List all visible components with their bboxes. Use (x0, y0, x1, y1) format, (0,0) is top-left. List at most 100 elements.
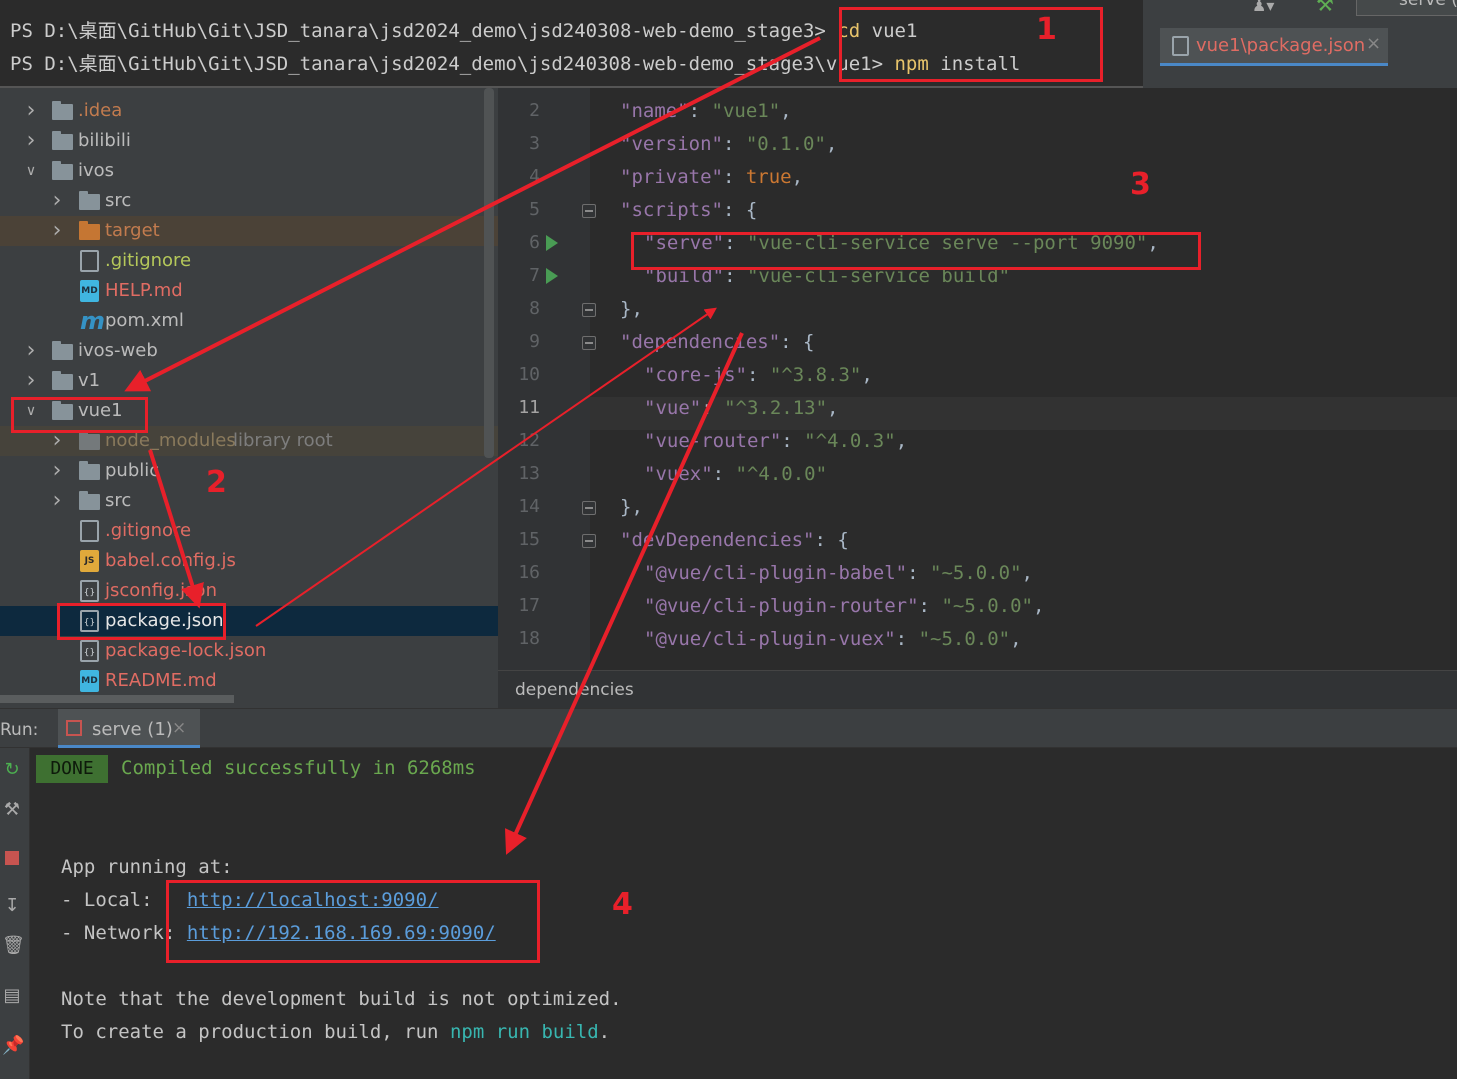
tree-item-label: .idea (78, 100, 123, 121)
line-number: 7 (529, 265, 540, 286)
terminal-prompt: PS D:\桌面\GitHub\Git\JSD_tanara\jsd2024_d… (10, 20, 838, 42)
close-icon[interactable]: × (1366, 33, 1381, 54)
tree-item[interactable]: › bilibili (0, 126, 498, 156)
tree-item[interactable]: MD README.md (0, 666, 498, 696)
folder-icon (79, 431, 100, 450)
line-number: 15 (518, 529, 540, 550)
tree-item-label: HELP.md (105, 280, 183, 301)
line-number: 6 (529, 232, 540, 253)
npm-run-icon (66, 720, 82, 736)
tree-item[interactable]: {} package-lock.json (0, 636, 498, 666)
file-icon (80, 250, 99, 272)
line-number: 13 (518, 463, 540, 484)
run-script-icon[interactable] (546, 235, 558, 251)
tree-item[interactable]: ∨ ivos (0, 156, 498, 186)
folder-icon (79, 191, 100, 210)
tree-item[interactable]: .gitignore (0, 246, 498, 276)
chevron-right-icon[interactable]: › (50, 220, 64, 242)
build-hammer-icon[interactable]: ⚒ (1316, 0, 1334, 16)
folder-icon (52, 101, 73, 120)
tree-item[interactable]: › src (0, 486, 498, 516)
tree-item[interactable]: JS babel.config.js (0, 546, 498, 576)
wrench-icon[interactable]: ⚒ (2, 800, 22, 820)
chevron-right-icon[interactable]: › (50, 190, 64, 212)
library-root-suffix: library root (233, 430, 333, 451)
tab-serve[interactable]: serve (1) × (58, 709, 200, 748)
tree-item[interactable]: .gitignore (0, 516, 498, 546)
pin-icon[interactable]: 📌 (2, 1036, 24, 1056)
folder-icon (79, 491, 100, 510)
tree-item[interactable]: › target (0, 216, 498, 246)
tree-item[interactable]: m pom.xml (0, 306, 498, 336)
line-number: 8 (529, 298, 540, 319)
fold-icon[interactable] (582, 336, 596, 350)
line-number: 11 (518, 397, 540, 418)
chevron-right-icon[interactable]: › (24, 340, 38, 362)
tree-scrollbar[interactable] (484, 88, 494, 458)
run-tab-label: serve (1) (92, 719, 173, 740)
run-script-icon[interactable] (546, 268, 558, 284)
create-build-prefix: To create a production build, run (61, 1021, 450, 1043)
trash-icon[interactable]: 🗑 (2, 936, 25, 956)
run-side-toolbar: ↻ ⚒ ↧ 🗑 ▤ 📌 (0, 748, 30, 1079)
code-line: }, (620, 298, 643, 320)
folder-icon (52, 161, 73, 180)
line-number: 10 (518, 364, 540, 385)
fold-icon[interactable] (582, 204, 596, 218)
editor-breadcrumb[interactable]: dependencies (498, 670, 1457, 708)
user-dropdown-icon[interactable]: ♟▾ (1252, 0, 1274, 15)
fold-icon[interactable] (582, 501, 596, 515)
tab-package-json[interactable]: vue1\package.json × (1160, 28, 1388, 66)
tree-item-label: bilibili (78, 130, 131, 151)
tree-item-label: target (105, 220, 160, 241)
layout-icon[interactable]: ▤ (2, 986, 22, 1006)
annotation-number-3: 3 (1130, 167, 1151, 202)
run-config-selector[interactable]: serve ( (1356, 0, 1457, 16)
scroll-to-end-icon[interactable]: ↧ (2, 896, 22, 916)
chevron-right-icon[interactable]: › (24, 370, 38, 392)
tree-item[interactable]: {} jsconfig.json (0, 576, 498, 606)
chevron-right-icon[interactable]: › (50, 460, 64, 482)
annotation-box-serve-script (631, 232, 1201, 270)
chevron-down-icon[interactable]: ∨ (24, 164, 38, 178)
code-line: "dependencies": { (620, 331, 815, 353)
tree-item[interactable]: MD HELP.md (0, 276, 498, 306)
line-number: 9 (529, 331, 540, 352)
stop-icon[interactable] (2, 848, 22, 868)
tree-item[interactable]: › public (0, 456, 498, 486)
close-icon[interactable]: × (172, 718, 186, 738)
tree-item-label: jsconfig.json (105, 580, 217, 601)
tree-item[interactable]: › src (0, 186, 498, 216)
chevron-right-icon[interactable]: › (24, 130, 38, 152)
run-label: Run: (0, 720, 39, 740)
tree-item-label: ivos-web (78, 340, 158, 361)
tree-item[interactable]: › ivos-web (0, 336, 498, 366)
folder-icon (79, 461, 100, 480)
maven-file-icon: m (80, 307, 106, 335)
chevron-right-icon[interactable]: › (50, 490, 64, 512)
build-command: npm run build (449, 1021, 599, 1043)
code-line: "core-js": "^3.8.3", (644, 364, 873, 386)
tree-item[interactable]: › v1 (0, 366, 498, 396)
terminal-prompt: PS D:\桌面\GitHub\Git\JSD_tanara\jsd2024_d… (10, 53, 895, 75)
code-line: "private": true, (620, 166, 804, 188)
annotation-box-vue1 (11, 397, 148, 433)
fold-icon[interactable] (582, 534, 596, 548)
app-running-text: App running at: (61, 856, 233, 878)
chevron-right-icon[interactable]: › (50, 430, 64, 452)
annotation-box-package-json (57, 603, 226, 640)
tree-item[interactable]: › .idea (0, 96, 498, 126)
file-icon (80, 520, 99, 542)
tree-horizontal-scrollbar[interactable] (0, 695, 234, 703)
code-editor[interactable]: 2 "name": "vue1", 3 "version": "0.1.0", 4 "pr… (498, 88, 1457, 670)
annotation-box-urls (166, 880, 540, 963)
code-line: "@vue/cli-plugin-vuex": "~5.0.0", (644, 628, 1022, 650)
fold-icon[interactable] (582, 303, 596, 317)
tree-item-label: .gitignore (105, 520, 192, 541)
rerun-icon[interactable]: ↻ (2, 760, 22, 780)
json-file-icon (1172, 36, 1189, 56)
markdown-file-icon: MD (80, 670, 99, 692)
folder-icon (52, 131, 73, 150)
chevron-right-icon[interactable]: › (24, 100, 38, 122)
folder-icon (52, 371, 73, 390)
